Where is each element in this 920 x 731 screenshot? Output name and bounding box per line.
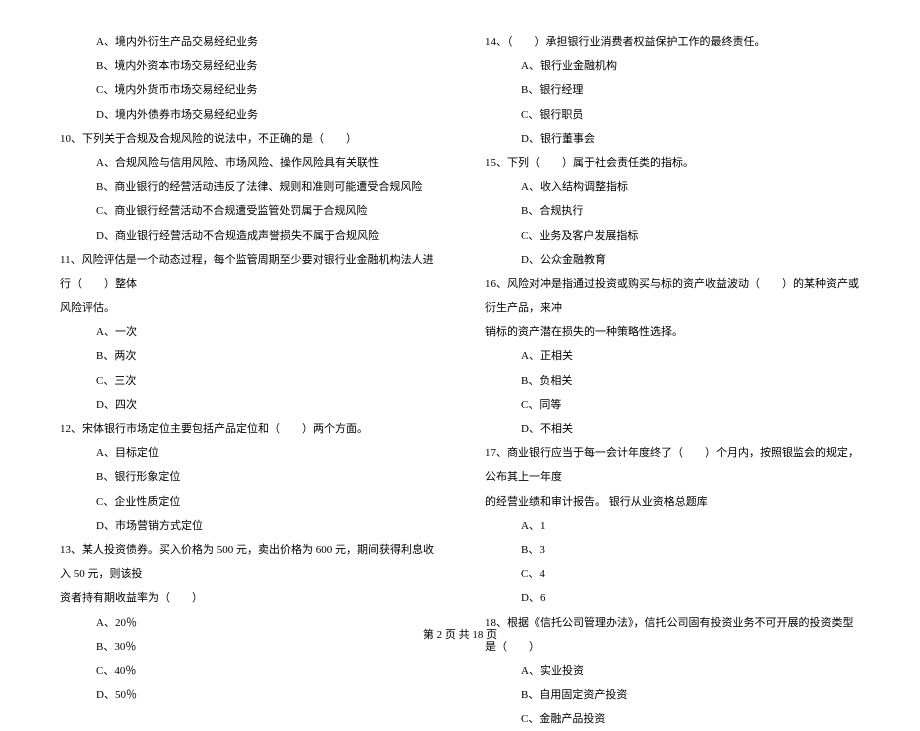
q16-option-c: C、同等	[485, 393, 860, 417]
q15-option-c: C、业务及客户发展指标	[485, 224, 860, 248]
q13-option-d: D、50％	[60, 683, 435, 707]
q11-text-line1: 11、风险评估是一个动态过程，每个监管周期至少要对银行业金融机构法人进行（ ）整…	[60, 248, 435, 296]
q10-option-a: A、合规风险与信用风险、市场风险、操作风险具有关联性	[60, 151, 435, 175]
q17-text-line1: 17、商业银行应当于每一会计年度终了（ ）个月内，按照银监会的规定，公布其上一年…	[485, 441, 860, 489]
q13-text-line1: 13、某人投资债券。买入价格为 500 元，卖出价格为 600 元，期间获得利息…	[60, 538, 435, 586]
q12-option-b: B、银行形象定位	[60, 465, 435, 489]
q18-option-b: B、自用固定资产投资	[485, 683, 860, 707]
q16-option-a: A、正相关	[485, 344, 860, 368]
q10-option-d: D、商业银行经营活动不合规造成声誉损失不属于合规风险	[60, 224, 435, 248]
q15-text: 15、下列（ ）属于社会责任类的指标。	[485, 151, 860, 175]
q15-option-d: D、公众金融教育	[485, 248, 860, 272]
q14-text: 14、（ ）承担银行业消费者权益保护工作的最终责任。	[485, 30, 860, 54]
q16-option-d: D、不相关	[485, 417, 860, 441]
q17-option-c: C、4	[485, 562, 860, 586]
q12-option-c: C、企业性质定位	[60, 490, 435, 514]
q13-text-line2: 资者持有期收益率为（ ）	[60, 586, 435, 610]
q9-option-a: A、境内外衍生产品交易经纪业务	[60, 30, 435, 54]
q18-option-c: C、金融产品投资	[485, 707, 860, 731]
q10-option-b: B、商业银行的经营活动违反了法律、规则和准则可能遭受合规风险	[60, 175, 435, 199]
left-column: A、境内外衍生产品交易经纪业务 B、境内外资本市场交易经纪业务 C、境内外货币市…	[60, 30, 435, 600]
q13-option-c: C、40％	[60, 659, 435, 683]
q14-option-b: B、银行经理	[485, 78, 860, 102]
q12-option-d: D、市场营销方式定位	[60, 514, 435, 538]
q12-option-a: A、目标定位	[60, 441, 435, 465]
q15-option-b: B、合规执行	[485, 199, 860, 223]
right-column: 14、（ ）承担银行业消费者权益保护工作的最终责任。 A、银行业金融机构 B、银…	[485, 30, 860, 600]
q16-option-b: B、负相关	[485, 369, 860, 393]
q11-option-a: A、一次	[60, 320, 435, 344]
q16-text-line2: 销标的资产潜在损失的一种策略性选择。	[485, 320, 860, 344]
q11-option-c: C、三次	[60, 369, 435, 393]
page-footer: 第 2 页 共 18 页	[0, 626, 920, 642]
q11-option-b: B、两次	[60, 344, 435, 368]
q17-text-line2: 的经营业绩和审计报告。 银行从业资格总题库	[485, 490, 860, 514]
q11-option-d: D、四次	[60, 393, 435, 417]
q14-option-a: A、银行业金融机构	[485, 54, 860, 78]
q12-text: 12、宋体银行市场定位主要包括产品定位和（ ）两个方面。	[60, 417, 435, 441]
q9-option-d: D、境内外债券市场交易经纪业务	[60, 103, 435, 127]
q11-text-line2: 风险评估。	[60, 296, 435, 320]
q15-option-a: A、收入结构调整指标	[485, 175, 860, 199]
q10-text: 10、下列关于合规及合规风险的说法中，不正确的是（ ）	[60, 127, 435, 151]
q10-option-c: C、商业银行经营活动不合规遭受监管处罚属于合规风险	[60, 199, 435, 223]
q17-option-b: B、3	[485, 538, 860, 562]
q17-option-d: D、6	[485, 586, 860, 610]
q17-option-a: A、1	[485, 514, 860, 538]
q14-option-d: D、银行董事会	[485, 127, 860, 151]
q16-text-line1: 16、风险对冲是指通过投资或购买与标的资产收益波动（ ）的某种资产或衍生产品，来…	[485, 272, 860, 320]
q9-option-c: C、境内外货币市场交易经纪业务	[60, 78, 435, 102]
q14-option-c: C、银行职员	[485, 103, 860, 127]
q9-option-b: B、境内外资本市场交易经纪业务	[60, 54, 435, 78]
q18-option-a: A、实业投资	[485, 659, 860, 683]
